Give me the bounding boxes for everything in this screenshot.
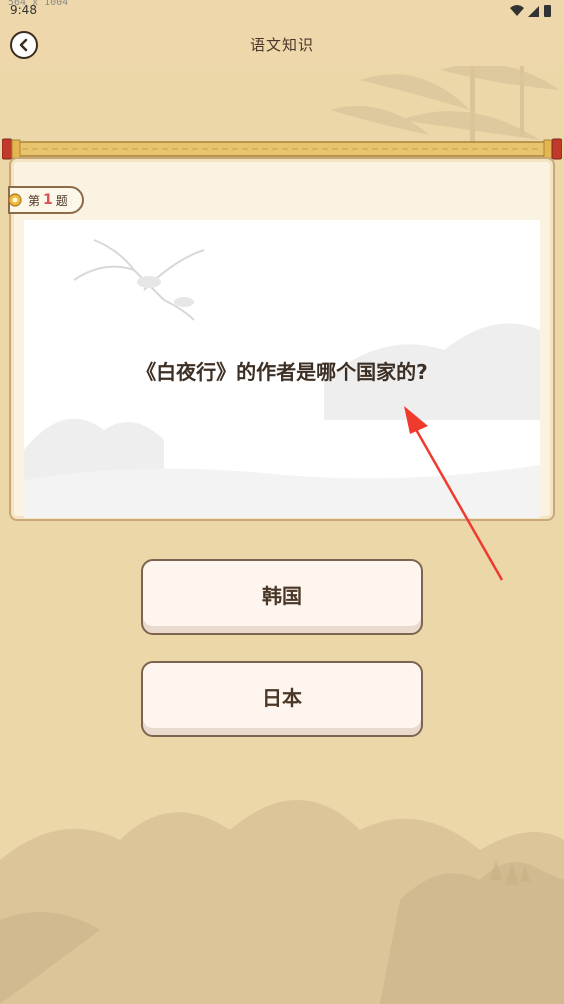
question-number: 1 — [43, 192, 53, 208]
question-number-badge: 第 1 题 — [8, 186, 84, 214]
app-header: 语文知识 — [0, 22, 564, 66]
question-area: 《白夜行》的作者是哪个国家的? — [24, 220, 540, 518]
battery-icon — [544, 5, 551, 17]
question-text: 《白夜行》的作者是哪个国家的? — [136, 360, 428, 384]
signal-icon — [528, 6, 539, 17]
status-icons — [510, 5, 551, 17]
cloud-ornament-icon — [8, 193, 22, 207]
question-number-prefix: 第 — [28, 193, 41, 208]
wifi-icon — [510, 5, 524, 16]
answer-option-2[interactable]: 日本 — [141, 661, 423, 737]
answer-option-1[interactable]: 韩国 — [141, 559, 423, 635]
status-time: 9:48 — [10, 3, 37, 17]
page-title: 语文知识 — [249, 36, 314, 54]
status-bar: 564 x 1004 9:48 — [0, 0, 564, 22]
question-number-suffix: 题 — [55, 193, 68, 208]
